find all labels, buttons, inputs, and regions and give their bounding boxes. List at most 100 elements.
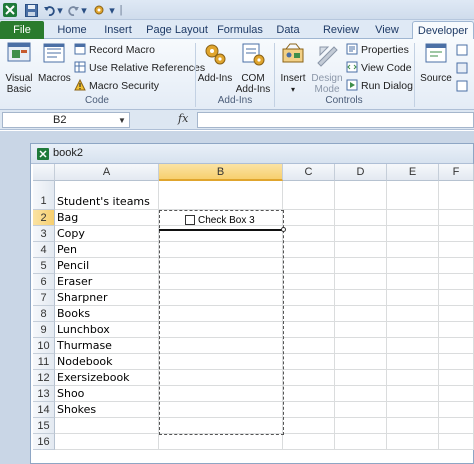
insert-control-button[interactable]: Insert ▾ [276,41,310,95]
column-header-a[interactable]: A [55,164,159,181]
customize-dropdown-icon[interactable]: ▾ [108,2,116,18]
cell-a4[interactable]: Pen [55,242,159,258]
cell-c13[interactable] [283,386,335,402]
row-header[interactable]: 1 [33,181,55,210]
row-header[interactable]: 5 [33,258,55,274]
cell-c3[interactable] [283,226,335,242]
cell-d13[interactable] [335,386,387,402]
cell-d12[interactable] [335,370,387,386]
cell-b16[interactable] [159,434,283,450]
save-icon[interactable] [24,2,38,18]
cell-a11[interactable]: Nodebook [55,354,159,370]
row-header[interactable]: 12 [33,370,55,386]
cell-a10[interactable]: Thurmase [55,338,159,354]
cell-f6[interactable] [439,274,474,290]
column-header-e[interactable]: E [387,164,439,181]
cell-a6[interactable]: Eraser [55,274,159,290]
properties-button[interactable]: Properties [346,42,409,58]
com-add-ins-button[interactable]: COM Add-Ins [235,41,271,95]
cell-c5[interactable] [283,258,335,274]
cell-a8[interactable]: Books [55,306,159,322]
cell-a9[interactable]: Lunchbox [55,322,159,338]
redo-icon[interactable] [66,2,80,18]
cell-f13[interactable] [439,386,474,402]
cell-c2[interactable] [283,210,335,226]
cell-e4[interactable] [387,242,439,258]
cell-d3[interactable] [335,226,387,242]
cell-e5[interactable] [387,258,439,274]
checkbox-control[interactable]: Check Box 3 [185,214,255,226]
source-button[interactable]: Source [418,41,454,84]
tab-page-layout[interactable]: Page Layout [144,21,210,39]
row-header[interactable]: 2 [33,210,55,226]
cell-c1[interactable] [283,181,335,210]
cell-f14[interactable] [439,402,474,418]
relative-references-button[interactable]: Use Relative References [74,60,205,76]
cell-d11[interactable] [335,354,387,370]
row-header[interactable]: 6 [33,274,55,290]
redo-dropdown-icon[interactable]: ▾ [80,2,88,18]
tab-view[interactable]: View [370,21,404,39]
select-all-corner[interactable] [33,164,55,181]
tab-home[interactable]: Home [52,21,92,39]
customize-icon[interactable] [92,2,108,18]
cell-c14[interactable] [283,402,335,418]
cell-d10[interactable] [335,338,387,354]
column-header-d[interactable]: D [335,164,387,181]
cell-d8[interactable] [335,306,387,322]
undo-dropdown-icon[interactable]: ▾ [56,2,64,18]
cell-a12[interactable]: Exersizebook [55,370,159,386]
cell-b1[interactable] [159,181,283,210]
cell-a2[interactable]: Bag [55,210,159,226]
cell-c15[interactable] [283,418,335,434]
design-mode-button[interactable]: Design Mode [310,41,344,95]
cell-d9[interactable] [335,322,387,338]
record-macro-button[interactable]: Record Macro [74,42,155,58]
cell-e8[interactable] [387,306,439,322]
cell-e6[interactable] [387,274,439,290]
macros-button[interactable]: Macros [38,41,71,84]
worksheet-grid[interactable]: A B C D E F 1 Student's iteams 2 Bag 3 Copy 4 P… [33,164,474,464]
cell-e11[interactable] [387,354,439,370]
row-header[interactable]: 15 [33,418,55,434]
cell-e13[interactable] [387,386,439,402]
cell-f15[interactable] [439,418,474,434]
cell-e9[interactable] [387,322,439,338]
visual-basic-button[interactable]: Visual Basic [2,41,36,95]
xml-expansion-packs-icon[interactable] [456,60,468,76]
cell-c11[interactable] [283,354,335,370]
cell-a5[interactable]: Pencil [55,258,159,274]
cell-d4[interactable] [335,242,387,258]
cell-e14[interactable] [387,402,439,418]
row-header[interactable]: 8 [33,306,55,322]
undo-icon[interactable] [42,2,56,18]
column-header-b[interactable]: B [159,164,283,181]
tab-data[interactable]: Data [270,21,306,39]
cell-e12[interactable] [387,370,439,386]
cell-e7[interactable] [387,290,439,306]
cell-a7[interactable]: Sharpner [55,290,159,306]
cell-a16[interactable] [55,434,159,450]
add-ins-button[interactable]: Add-Ins [197,41,233,84]
row-header[interactable]: 16 [33,434,55,450]
cell-f8[interactable] [439,306,474,322]
row-header[interactable]: 13 [33,386,55,402]
column-header-f[interactable]: F [439,164,474,181]
cell-f12[interactable] [439,370,474,386]
cell-c6[interactable] [283,274,335,290]
cell-a15[interactable] [55,418,159,434]
cell-f1[interactable] [439,181,474,210]
name-box[interactable]: B2 [2,112,130,128]
tab-formulas[interactable]: Formulas [214,21,266,39]
cell-c12[interactable] [283,370,335,386]
cell-d2[interactable] [335,210,387,226]
cell-d7[interactable] [335,290,387,306]
cell-f10[interactable] [439,338,474,354]
name-box-dropdown-icon[interactable]: ▼ [118,116,126,125]
cell-c8[interactable] [283,306,335,322]
cell-c4[interactable] [283,242,335,258]
row-header[interactable]: 11 [33,354,55,370]
cell-a13[interactable]: Shoo [55,386,159,402]
checkbox-box[interactable] [185,215,195,225]
cell-a14[interactable]: Shokes [55,402,159,418]
